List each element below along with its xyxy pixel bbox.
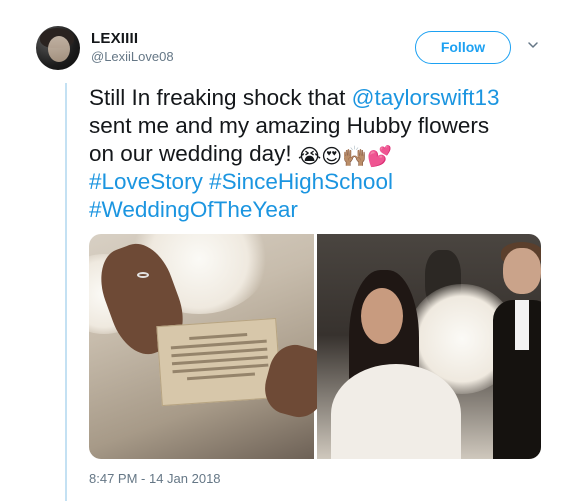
groom-face (503, 248, 541, 294)
heart-eyes-emoji: 😍 (321, 144, 343, 168)
avatar[interactable] (36, 26, 80, 70)
avatar-face (48, 36, 70, 62)
user-handle[interactable]: @LexiiLove08 (91, 49, 174, 64)
tweet-line-5: #WeddingOfTheYear (89, 196, 559, 224)
tweet-line-1: Still In freaking shock that @taylorswif… (89, 84, 559, 112)
bride-and-groom-photo[interactable] (317, 234, 541, 459)
bride-face (361, 288, 403, 344)
hashtag-sincehighschool[interactable]: #SinceHighSchool (209, 169, 393, 194)
tweet-media (89, 234, 541, 459)
tweet-header: LEXIIII @LexiiLove08 Follow (36, 26, 556, 74)
tweet-line-3: on our wedding day! 😭😍🙌🏽💕 (89, 140, 559, 168)
tweet-text: Still In freaking shock that @taylorswif… (89, 84, 559, 224)
thread-line (65, 83, 67, 501)
tweet-timestamp[interactable]: 8:47 PM - 14 Jan 2018 (89, 471, 221, 486)
two-hearts-emoji: 💕 (367, 144, 392, 168)
display-name[interactable]: LEXIIII (91, 30, 138, 47)
wedding-dress (331, 364, 461, 459)
crying-face-emoji: 😭 (297, 144, 322, 168)
tweet-line-4: #LoveStory #SinceHighSchool (89, 168, 559, 196)
tweet-line-2: sent me and my amazing Hubby flowers (89, 113, 490, 138)
hashtag-lovestory[interactable]: #LoveStory (89, 169, 203, 194)
chevron-down-icon[interactable] (526, 38, 540, 52)
raised-hands-emoji: 🙌🏽 (342, 144, 368, 168)
note-card (156, 317, 282, 407)
card-in-hands-photo[interactable] (89, 234, 336, 459)
tweet-text-part: Still In freaking shock that (89, 85, 352, 110)
mention-link[interactable]: @taylorswift13 (352, 85, 500, 110)
ring (137, 272, 149, 278)
follow-button[interactable]: Follow (415, 31, 511, 64)
tweet-text-part: on our wedding day! (89, 141, 298, 166)
groom-shirt (515, 300, 529, 350)
hashtag-weddingoftheyear[interactable]: #WeddingOfTheYear (89, 197, 298, 222)
